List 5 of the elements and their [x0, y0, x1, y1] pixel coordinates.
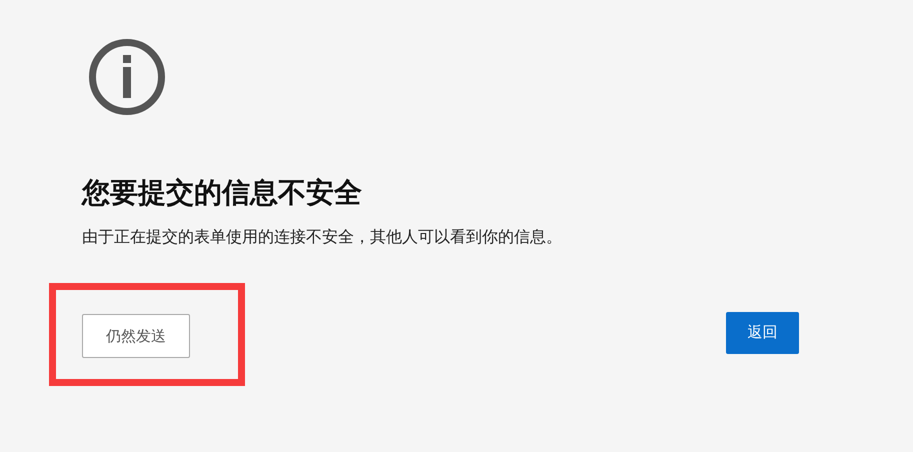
- info-icon: [88, 38, 166, 116]
- warning-message: 由于正在提交的表单使用的连接不安全，其他人可以看到你的信息。: [82, 226, 563, 248]
- page-title: 您要提交的信息不安全: [82, 175, 363, 211]
- send-anyway-button[interactable]: 仍然发送: [82, 314, 190, 358]
- back-button[interactable]: 返回: [726, 312, 799, 354]
